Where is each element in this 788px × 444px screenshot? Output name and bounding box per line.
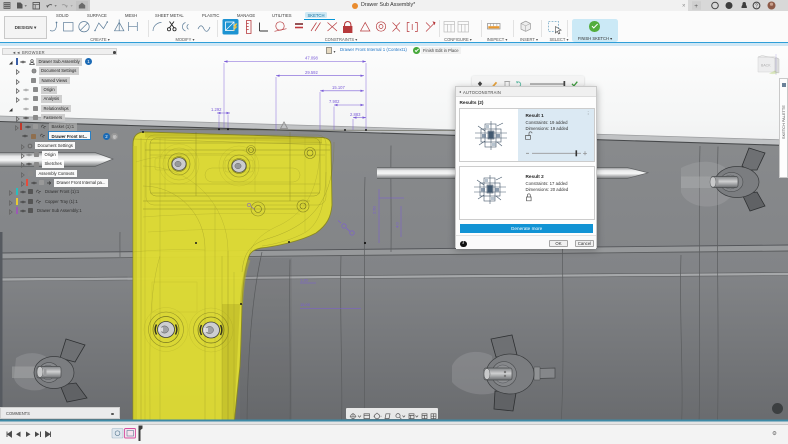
svg-text:7.902: 7.902 [329, 99, 340, 104]
svg-text:BACK: BACK [761, 64, 771, 68]
svg-text:47.098: 47.098 [305, 56, 318, 61]
svg-text:1.20: 1.20 [300, 278, 309, 283]
svg-text:15.107: 15.107 [332, 85, 345, 90]
svg-text:1.292: 1.292 [211, 107, 222, 112]
svg-text:29.592: 29.592 [305, 70, 318, 75]
svg-text:4.0: 4.0 [395, 222, 400, 228]
svg-text:?: ? [755, 4, 758, 10]
svg-text:×: × [682, 4, 686, 10]
svg-text:15.00: 15.00 [300, 302, 311, 307]
svg-text:2.883: 2.883 [350, 112, 361, 117]
svg-text:+: + [694, 3, 698, 10]
svg-text:2.50: 2.50 [372, 205, 377, 214]
